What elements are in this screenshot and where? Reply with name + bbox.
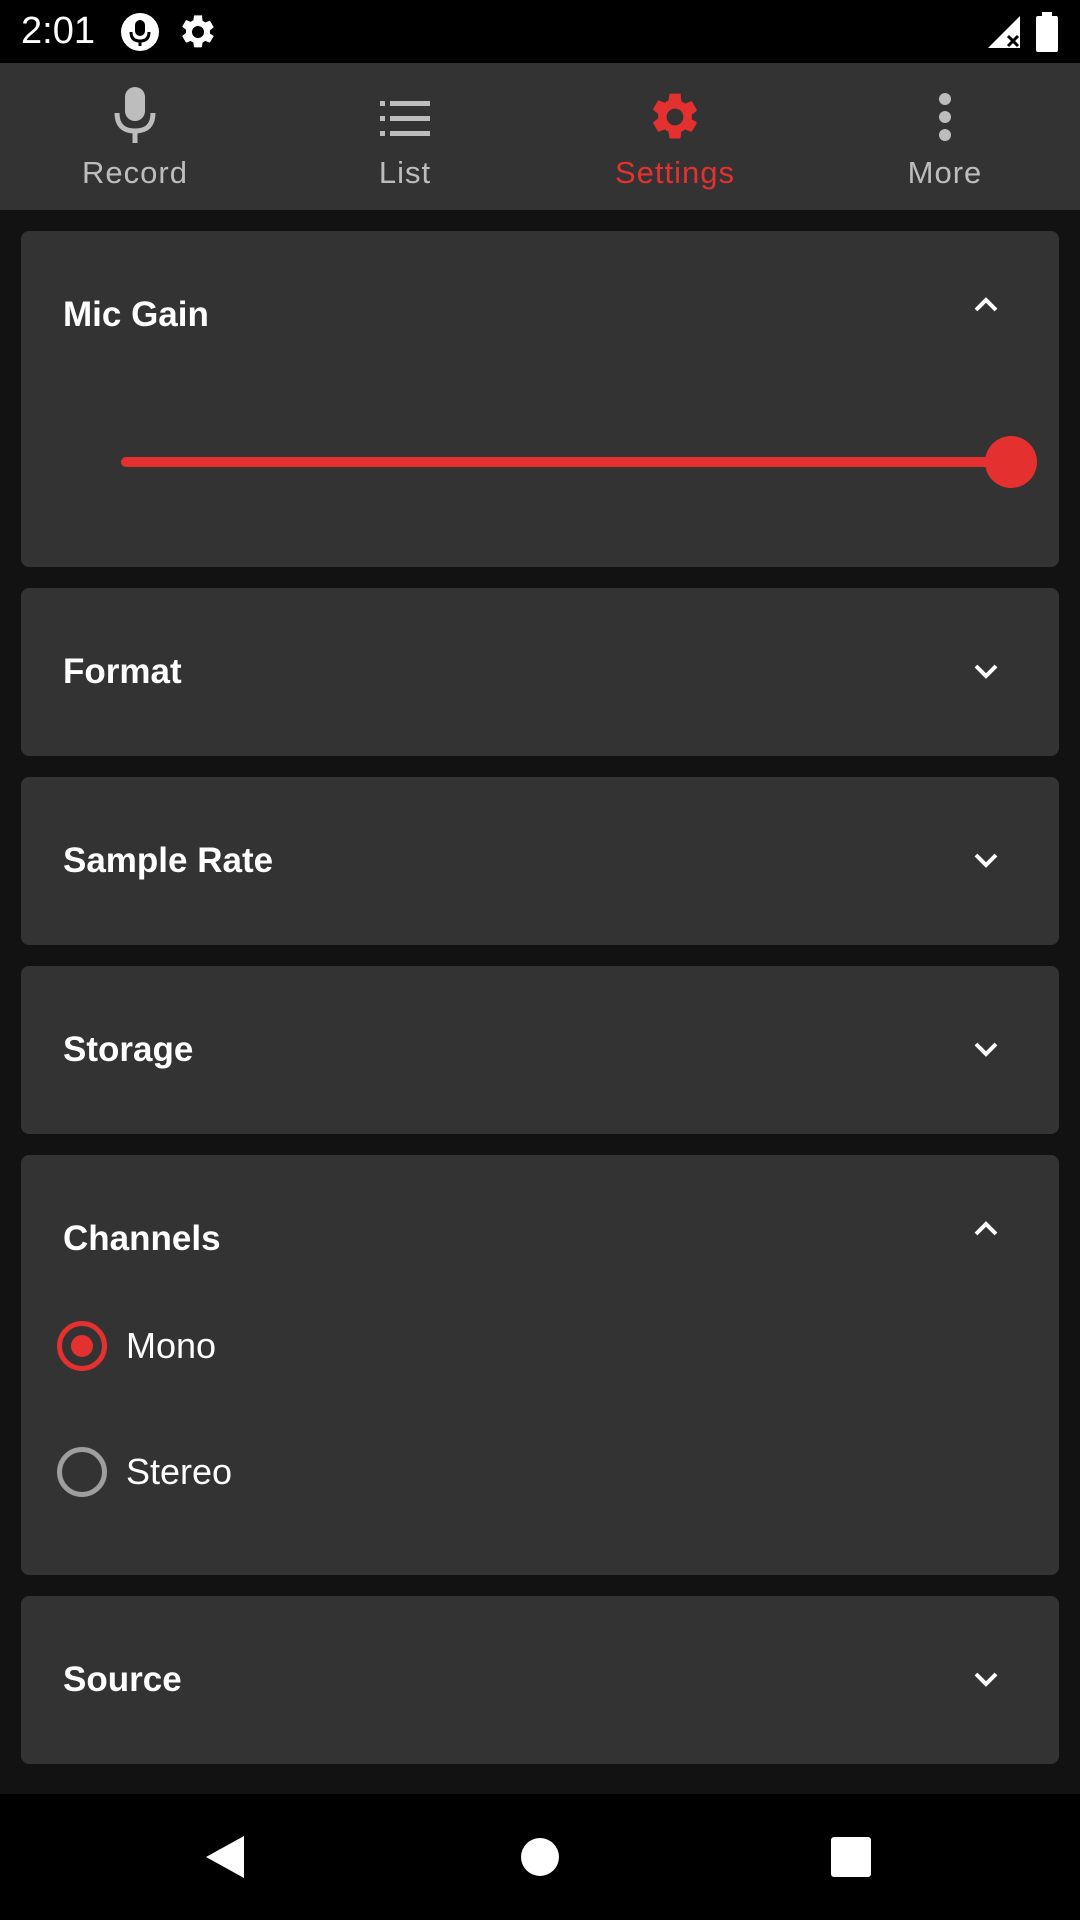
card-title: Storage — [63, 1030, 194, 1069]
chevron-down-icon — [974, 853, 998, 868]
back-icon[interactable] — [204, 1834, 246, 1880]
radio-dot — [71, 1335, 93, 1357]
mic-icon — [120, 12, 160, 57]
tab-label: Record — [82, 155, 188, 190]
radio-stereo[interactable]: Stereo — [36, 1427, 1002, 1517]
mic-gain-card: Mic Gain — [21, 231, 1059, 567]
system-nav-bar — [0, 1794, 1080, 1920]
more-vert-icon — [939, 93, 951, 141]
card-title: Mic Gain — [63, 295, 209, 334]
tab-list[interactable]: List — [270, 63, 540, 210]
mic-gain-slider[interactable] — [99, 436, 1037, 488]
card-title: Source — [63, 1660, 182, 1699]
sample-rate-card: Sample Rate — [21, 777, 1059, 945]
source-header[interactable]: Source — [21, 1596, 1059, 1764]
channels-card: Channels Mono Stereo — [21, 1155, 1059, 1575]
card-title: Channels — [63, 1219, 221, 1258]
card-title: Format — [63, 652, 182, 691]
channels-header[interactable]: Channels — [21, 1155, 1059, 1323]
gear-icon — [653, 93, 697, 139]
mic-gain-header[interactable]: Mic Gain — [21, 231, 1059, 399]
slider-fill — [121, 457, 1015, 467]
tab-settings[interactable]: Settings — [540, 63, 810, 210]
tab-bar: Record List Settings More — [0, 63, 1080, 210]
tab-record[interactable]: Record — [0, 63, 270, 210]
chevron-down-icon — [974, 1672, 998, 1687]
format-header[interactable]: Format — [21, 588, 1059, 756]
radio-label: Mono — [126, 1325, 217, 1366]
settings-content: Mic Gain Format Sample Rate Storage Chan… — [0, 210, 1080, 1794]
status-time: 2:01 — [21, 10, 95, 52]
mic-icon — [114, 87, 156, 143]
list-icon — [380, 101, 430, 136]
slider-thumb[interactable] — [985, 436, 1037, 488]
chevron-up-icon — [974, 1221, 998, 1236]
gear-icon — [178, 12, 218, 57]
storage-header[interactable]: Storage — [21, 966, 1059, 1134]
chevron-up-icon — [974, 297, 998, 312]
recents-icon[interactable] — [831, 1837, 871, 1877]
radio-mono[interactable]: Mono — [36, 1301, 1002, 1391]
radio-button-checked[interactable] — [57, 1321, 107, 1371]
signal-icon — [986, 14, 1022, 55]
tab-label: Settings — [614, 155, 735, 190]
tab-label: More — [907, 155, 983, 190]
storage-card: Storage — [21, 966, 1059, 1134]
chevron-down-icon — [974, 1042, 998, 1057]
chevron-down-icon — [974, 664, 998, 679]
tab-label: List — [378, 155, 432, 190]
status-bar: 2:01 — [0, 0, 1080, 63]
sample-rate-header[interactable]: Sample Rate — [21, 777, 1059, 945]
card-title: Sample Rate — [63, 841, 274, 880]
format-card: Format — [21, 588, 1059, 756]
home-icon[interactable] — [520, 1837, 560, 1877]
tab-more[interactable]: More — [810, 63, 1080, 210]
battery-icon — [1036, 12, 1058, 57]
radio-label: Stereo — [126, 1451, 233, 1492]
radio-button-unchecked[interactable] — [57, 1447, 107, 1497]
source-card: Source — [21, 1596, 1059, 1764]
